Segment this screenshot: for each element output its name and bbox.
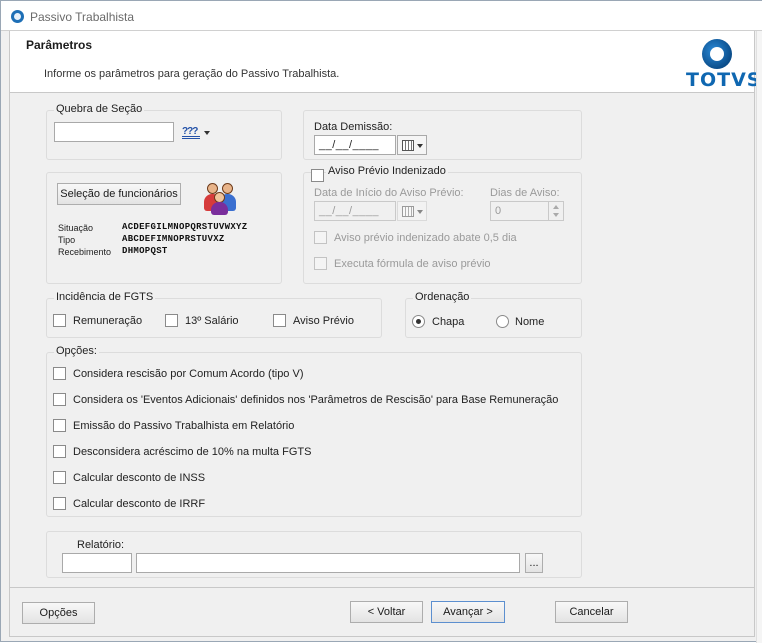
group-opcoes: Opções: Considera rescisão por Comum Aco… xyxy=(46,345,582,517)
data-demissao-input[interactable]: __/__/____ xyxy=(314,135,396,155)
group-incidencia-fgts: Incidência de FGTS Remuneração 13º Salár… xyxy=(46,291,382,338)
calendar-icon xyxy=(402,206,414,217)
wizard-footer: Opções < Voltar Avançar > Cancelar xyxy=(9,587,755,637)
title-bar: Passivo Trabalhista xyxy=(1,1,762,31)
ordenacao-nome-radio[interactable] xyxy=(496,315,509,328)
data-demissao-value: __/__/____ xyxy=(319,139,380,151)
executa-formula-label: Executa fórmula de aviso prévio xyxy=(334,258,491,270)
dias-aviso-label: Dias de Aviso: xyxy=(490,187,560,199)
ordenacao-nome-label: Nome xyxy=(515,316,545,328)
opcoes-button[interactable]: Opções xyxy=(22,602,95,624)
data-inicio-aviso-input[interactable]: __/__/____ xyxy=(314,201,396,221)
fgts-13-salario-checkbox[interactable] xyxy=(165,314,178,327)
opcao-irrf-checkbox[interactable] xyxy=(53,497,66,510)
selecao-funcionarios-button[interactable]: Seleção de funcionários xyxy=(57,183,181,205)
avancar-button[interactable]: Avançar > xyxy=(431,601,505,623)
opcao-inss-label: Calcular desconto de INSS xyxy=(73,472,206,484)
data-demissao-label: Data Demissão: xyxy=(314,121,393,133)
tipo-label: Tipo xyxy=(58,235,76,245)
employees-group-icon xyxy=(204,182,240,216)
relatorio-name-input[interactable] xyxy=(136,553,520,573)
opcao-desconsidera-multa-checkbox[interactable] xyxy=(53,445,66,458)
chevron-down-icon xyxy=(417,144,423,148)
relatorio-code-input[interactable] xyxy=(62,553,132,573)
window-title: Passivo Trabalhista xyxy=(30,10,135,24)
dias-aviso-spinner[interactable] xyxy=(548,201,563,221)
opcao-emissao-relatorio-checkbox[interactable] xyxy=(53,419,66,432)
cancelar-button[interactable]: Cancelar xyxy=(555,601,628,623)
spin-down-icon xyxy=(553,213,559,217)
dias-aviso-value: 0 xyxy=(495,205,502,217)
group-data-demissao: Data Demissão: __/__/____ xyxy=(303,110,582,160)
voltar-button[interactable]: < Voltar xyxy=(350,601,423,623)
page-subtitle: Informe os parâmetros para geração do Pa… xyxy=(44,68,340,80)
group-ordenacao: Ordenação Chapa Nome xyxy=(405,291,582,338)
page-title: Parâmetros xyxy=(26,38,93,52)
fgts-aviso-previo-label: Aviso Prévio xyxy=(293,315,354,327)
totvs-logo-icon xyxy=(702,39,732,69)
opcao-irrf-label: Calcular desconto de IRRF xyxy=(73,498,206,510)
data-inicio-aviso-label: Data de Início do Aviso Prévio: xyxy=(314,187,464,199)
app-logo-icon xyxy=(11,10,24,23)
window-right-edge xyxy=(756,31,762,643)
dias-aviso-input[interactable]: 0 xyxy=(490,201,564,221)
aviso-previo-indenizado-checkbox[interactable] xyxy=(311,169,324,182)
fgts-remuneracao-label: Remuneração xyxy=(73,315,143,327)
data-demissao-calendar-button[interactable] xyxy=(397,135,427,155)
aviso-abate-label: Aviso prévio indenizado abate 0,5 dia xyxy=(334,232,517,244)
relatorio-label: Relatório: xyxy=(77,539,125,551)
opcao-comum-acordo-checkbox[interactable] xyxy=(53,367,66,380)
group-title-fgts: Incidência de FGTS xyxy=(54,291,156,303)
group-quebra-secao: Quebra de Seção ??? xyxy=(46,103,282,160)
opcao-eventos-adicionais-checkbox[interactable] xyxy=(53,393,66,406)
wizard-header: Parâmetros Informe os parâmetros para ge… xyxy=(9,31,760,93)
dialog-window: Passivo Trabalhista Parâmetros Informe o… xyxy=(0,0,762,643)
recebimento-label: Recebimento xyxy=(58,247,112,257)
group-aviso-previo: Aviso Prévio Indenizado Data de Início d… xyxy=(303,165,582,284)
totvs-logo-text: TOTVS xyxy=(686,69,762,91)
situacao-value: ACDEFGILMNOPQRSTUVWXYZ xyxy=(122,222,248,232)
relatorio-browse-button[interactable]: ... xyxy=(525,553,543,573)
wizard-body: Quebra de Seção ??? Seleção de funcionár… xyxy=(9,93,755,587)
ordenacao-chapa-radio[interactable] xyxy=(412,315,425,328)
chevron-down-icon xyxy=(417,210,423,214)
group-title-quebra-secao: Quebra de Seção xyxy=(54,103,145,115)
opcao-emissao-relatorio-label: Emissão do Passivo Trabalhista em Relató… xyxy=(73,420,295,432)
fgts-13-salario-label: 13º Salário xyxy=(185,315,239,327)
fgts-remuneracao-checkbox[interactable] xyxy=(53,314,66,327)
ordenacao-chapa-label: Chapa xyxy=(432,316,465,328)
data-inicio-aviso-value: __/__/____ xyxy=(319,205,380,217)
opcao-inss-checkbox[interactable] xyxy=(53,471,66,484)
recebimento-value: DHMOPQST xyxy=(122,246,168,256)
quebra-secao-input[interactable] xyxy=(54,122,174,142)
aviso-abate-checkbox[interactable] xyxy=(314,231,327,244)
calendar-icon xyxy=(402,140,414,151)
group-title-ordenacao: Ordenação xyxy=(413,291,472,303)
data-inicio-calendar-button[interactable] xyxy=(397,201,427,221)
executa-formula-checkbox[interactable] xyxy=(314,257,327,270)
group-selecao-funcionarios: Seleção de funcionários Situação ACDEFGI… xyxy=(46,172,282,284)
group-title-opcoes: Opções: xyxy=(54,345,99,357)
lookup-selector-icon[interactable]: ??? xyxy=(182,126,212,140)
opcao-comum-acordo-label: Considera rescisão por Comum Acordo (tip… xyxy=(73,368,304,380)
spin-up-icon xyxy=(553,205,559,209)
tipo-value: ABCDEFIMNOPRSTUVXZ xyxy=(122,234,225,244)
situacao-label: Situação xyxy=(58,223,94,233)
opcao-desconsidera-multa-label: Desconsidera acréscimo de 10% na multa F… xyxy=(73,446,312,458)
opcao-eventos-adicionais-label: Considera os 'Eventos Adicionais' defini… xyxy=(73,394,559,406)
aviso-previo-indenizado-label: Aviso Prévio Indenizado xyxy=(326,165,448,177)
group-relatorio: Relatório: ... xyxy=(46,531,582,578)
fgts-aviso-previo-checkbox[interactable] xyxy=(273,314,286,327)
